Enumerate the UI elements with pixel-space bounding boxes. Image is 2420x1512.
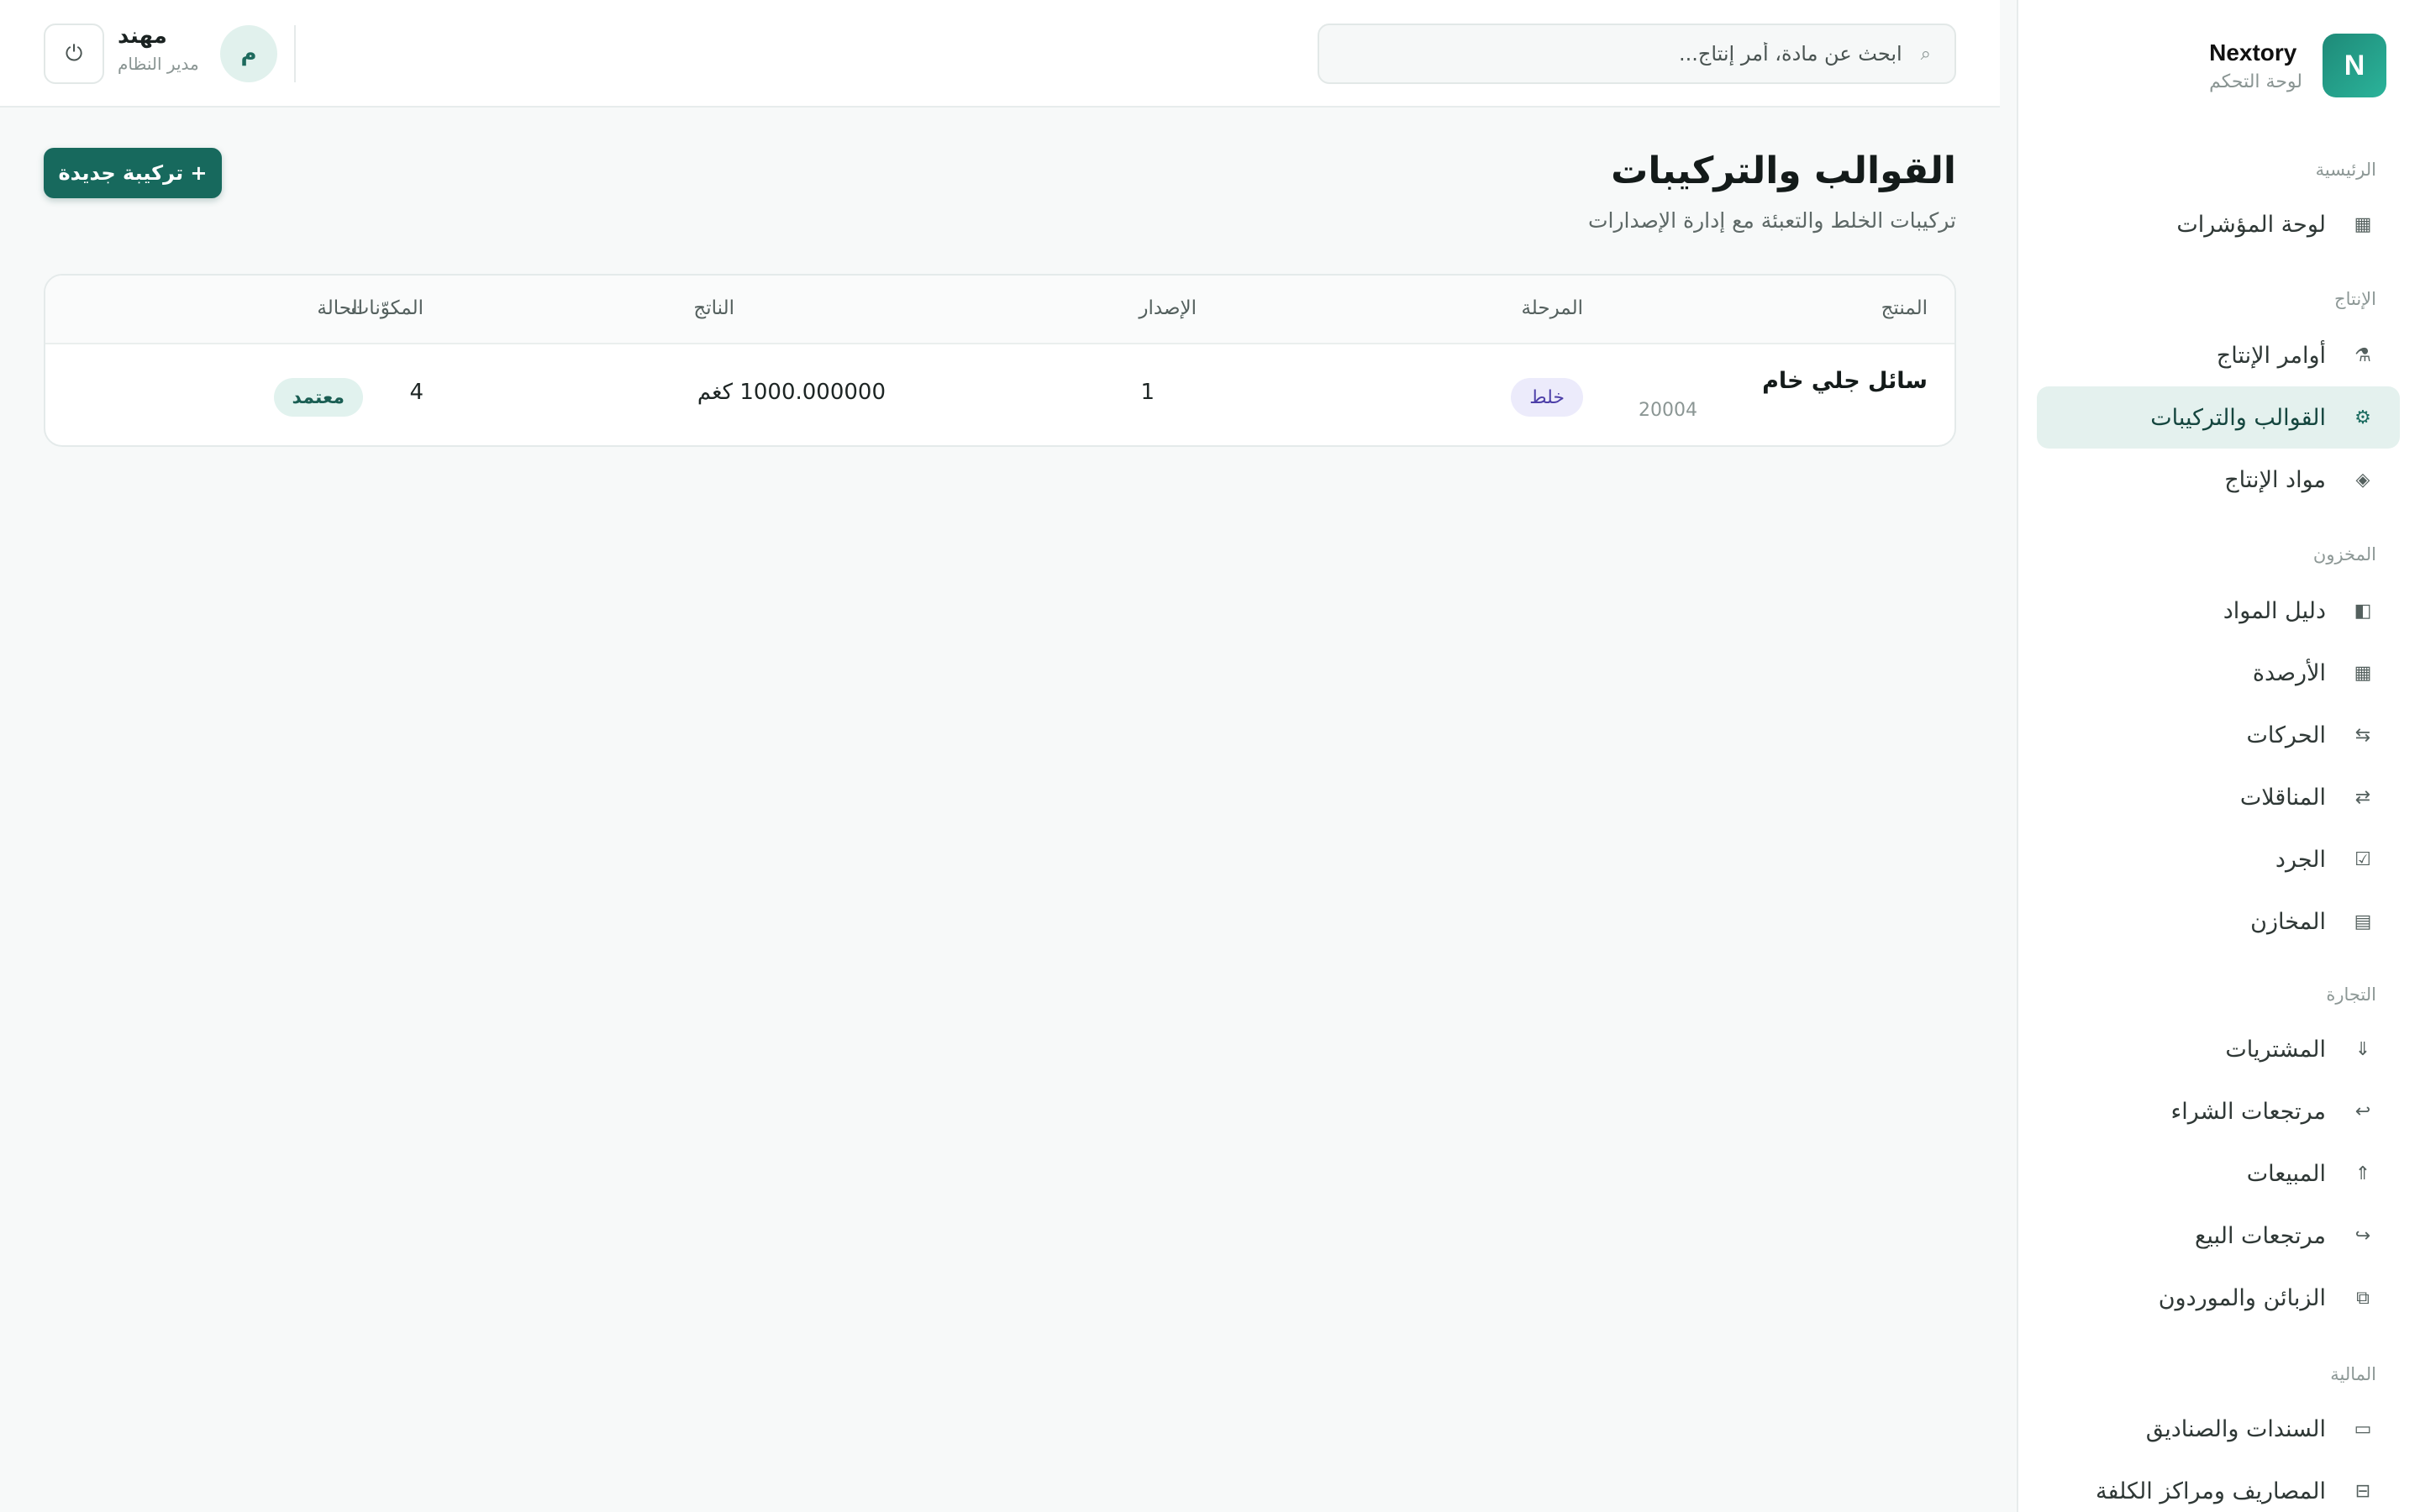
formulas-table: المنتج المرحلة الإصدار الناتج المكوّنات …	[44, 274, 1956, 447]
nav-section-finance: المالية	[2330, 1364, 2376, 1384]
sidebar-item-templates[interactable]: ⚙ القوالب والتركيبات	[2037, 386, 2400, 449]
sidebar-item-sales-returns[interactable]: ↪ مرتجعات البيع	[2037, 1205, 2400, 1267]
status-badge: معتمد	[273, 378, 363, 417]
column-header-product[interactable]: المنتج	[1881, 297, 1928, 319]
sidebar-item-label: المبيعات	[2246, 1160, 2326, 1187]
brand-text: Nextory لوحة التحكم	[2209, 39, 2302, 92]
sidebar-item-production-orders[interactable]: ⚗ أوامر الإنتاج	[2037, 324, 2400, 386]
power-icon: ⏻	[65, 40, 83, 66]
output-value: 1000.000000 كغم	[697, 380, 886, 405]
stage-badge: خلط	[1511, 378, 1583, 417]
page-subtitle: تركيبات الخلط والتعبئة مع إدارة الإصدارا…	[1587, 208, 1956, 233]
sidebar-item-customers-suppliers[interactable]: ⧉ الزبائن والموردون	[2037, 1267, 2400, 1329]
gear-icon: ⚙	[2354, 407, 2371, 428]
sidebar-item-label: الجرد	[2275, 846, 2326, 873]
sidebar-item-purchase-returns[interactable]: ↩ مرتجعات الشراء	[2037, 1080, 2400, 1142]
column-header-stage[interactable]: المرحلة	[1521, 297, 1583, 319]
topbar-divider	[294, 25, 296, 82]
sidebar-item-balances[interactable]: ▦ الأرصدة	[2037, 642, 2400, 704]
grid-icon: ▦	[2354, 213, 2372, 235]
sidebar-item-label: الأرصدة	[2252, 659, 2326, 686]
nav-section-production: الإنتاج	[2334, 289, 2376, 309]
ledger-icon: ⊟	[2354, 1480, 2371, 1502]
sidebar-item-label: الزبائن والموردون	[2158, 1284, 2326, 1311]
sidebar-item-label: مواد الإنتاج	[2224, 466, 2326, 493]
sidebar-item-label: القوالب والتركيبات	[2150, 404, 2326, 431]
column-header-output[interactable]: الناتج	[693, 297, 734, 319]
arrow-down-icon: ⇓	[2354, 1038, 2371, 1060]
sidebar-item-label: السندات والصناديق	[2145, 1415, 2326, 1442]
sidebar-item-label: المخازن	[2250, 908, 2326, 935]
sidebar-item-label: المناقلات	[2239, 784, 2326, 811]
arrow-up-icon: ⇑	[2354, 1163, 2371, 1184]
sidebar-item-dashboard[interactable]: ▦ لوحة المؤشرات	[2037, 193, 2400, 255]
sidebar: N Nextory لوحة التحكم الرئيسية ▦ لوحة ال…	[2017, 0, 2420, 1512]
sidebar-item-label: أوامر الإنتاج	[2216, 342, 2326, 369]
components-value: 4	[409, 380, 424, 405]
warehouse-icon: ▤	[2354, 911, 2372, 932]
brand-name: Nextory	[2209, 39, 2297, 66]
app-root: N Nextory لوحة التحكم الرئيسية ▦ لوحة ال…	[0, 0, 2420, 1512]
cash-icon: ▭	[2354, 1418, 2372, 1440]
sidebar-item-label: المصاريف ومراكز الكلفة	[2095, 1478, 2326, 1504]
sidebar-item-label: لوحة المؤشرات	[2176, 211, 2326, 238]
grid-icon: ▦	[2354, 662, 2372, 684]
movements-icon: ⇆	[2354, 724, 2371, 746]
user-name: مهند	[118, 24, 167, 49]
sidebar-item-label: دليل المواد	[2223, 597, 2326, 624]
new-formula-button[interactable]: + تركيبة جديدة	[44, 148, 222, 198]
topbar: ⌕ م مهند مدير النظام ⏻	[0, 0, 2000, 108]
nav-section-inventory: المخزون	[2312, 544, 2376, 564]
search-box[interactable]: ⌕	[1318, 24, 1956, 84]
avatar[interactable]: م	[220, 25, 277, 82]
sidebar-item-production-materials[interactable]: ◈ مواد الإنتاج	[2037, 449, 2400, 511]
brand[interactable]: N Nextory لوحة التحكم	[2209, 34, 2386, 97]
sidebar-item-stocktake[interactable]: ☑ الجرد	[2037, 828, 2400, 890]
user-role: مدير النظام	[118, 54, 199, 74]
sidebar-item-purchases[interactable]: ⇓ المشتريات	[2037, 1018, 2400, 1080]
product-code: 20004	[1639, 400, 1697, 421]
factory-icon: ⚗	[2354, 344, 2371, 366]
search-input[interactable]	[1364, 42, 1902, 66]
book-icon: ◧	[2354, 600, 2372, 622]
sidebar-item-label: مرتجعات البيع	[2195, 1222, 2326, 1249]
checkbox-icon: ☑	[2354, 848, 2371, 870]
sidebar-item-sales[interactable]: ⇑ المبيعات	[2037, 1142, 2400, 1205]
page-title: القوالب والتركيبات	[1611, 150, 1956, 192]
user-info: مهند مدير النظام	[118, 24, 207, 74]
return-left-icon: ↩	[2354, 1100, 2371, 1122]
search-icon: ⌕	[1920, 43, 1931, 65]
diamond-icon: ◈	[2355, 469, 2370, 491]
product-name[interactable]: سائل جلي خام	[1762, 368, 1928, 394]
sidebar-item-materials-catalog[interactable]: ◧ دليل المواد	[2037, 580, 2400, 642]
column-header-version[interactable]: الإصدار	[1139, 297, 1197, 319]
sidebar-item-transfers[interactable]: ⇄ المناقلات	[2037, 766, 2400, 828]
return-right-icon: ↪	[2354, 1225, 2371, 1247]
sidebar-item-label: مرتجعات الشراء	[2170, 1098, 2326, 1125]
sidebar-item-expenses[interactable]: ⊟ المصاريف ومراكز الكلفة	[2037, 1460, 2400, 1512]
sidebar-item-movements[interactable]: ⇆ الحركات	[2037, 704, 2400, 766]
sidebar-item-warehouses[interactable]: ▤ المخازن	[2037, 890, 2400, 953]
nav-section-main: الرئيسية	[2315, 160, 2376, 180]
sidebar-item-label: الحركات	[2246, 722, 2326, 748]
sidebar-item-vouchers[interactable]: ▭ السندات والصناديق	[2037, 1398, 2400, 1460]
nav-section-trade: التجارة	[2326, 984, 2376, 1005]
brand-logo: N	[2323, 34, 2386, 97]
logout-button[interactable]: ⏻	[44, 24, 104, 84]
column-header-status[interactable]: الحالة	[317, 297, 363, 319]
sidebar-item-label: المشتريات	[2225, 1036, 2326, 1063]
brand-subtitle: لوحة التحكم	[2209, 71, 2302, 92]
transfer-icon: ⇄	[2354, 786, 2371, 808]
version-value: 1	[1140, 380, 1155, 405]
contacts-icon: ⧉	[2356, 1287, 2370, 1309]
table-header: المنتج المرحلة الإصدار الناتج المكوّنات …	[45, 276, 1954, 344]
